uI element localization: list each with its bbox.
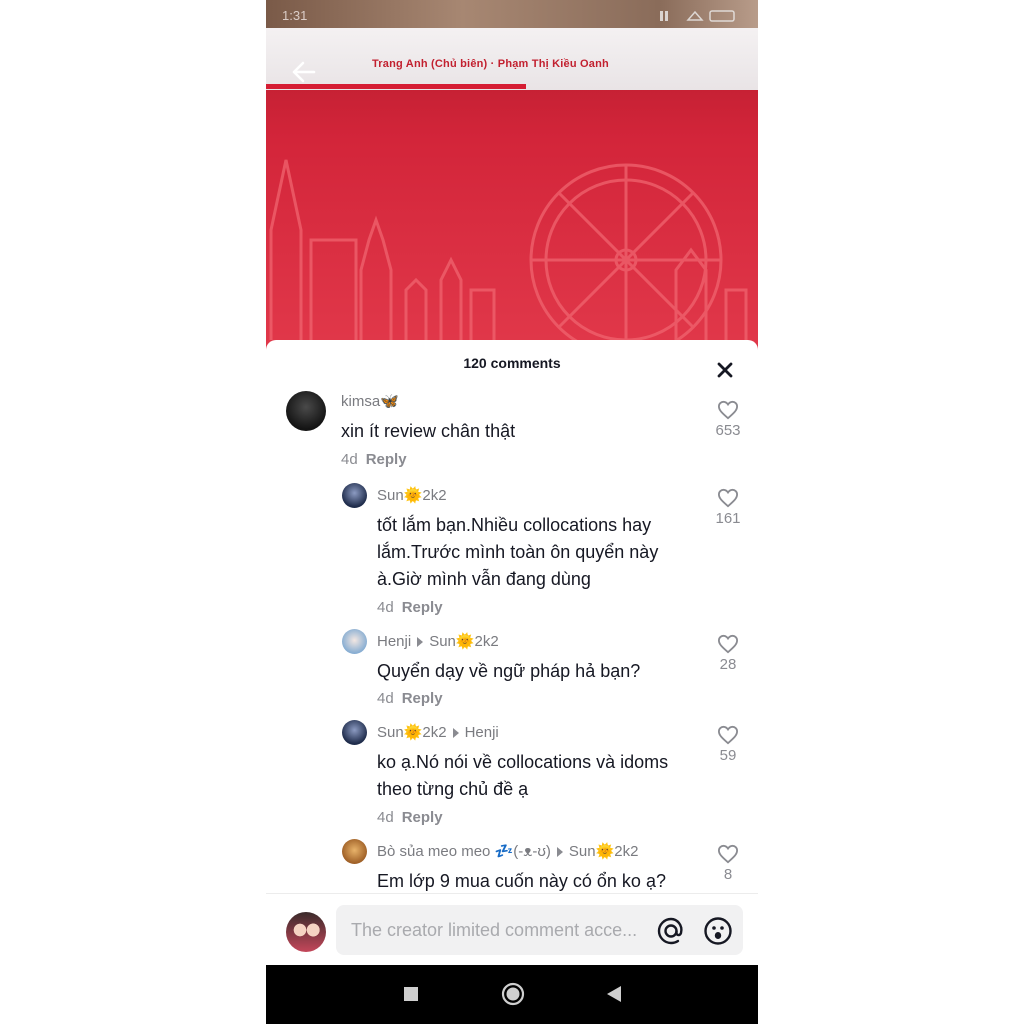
avatar[interactable] bbox=[342, 720, 367, 745]
avatar[interactable] bbox=[342, 839, 367, 864]
heart-icon bbox=[717, 488, 739, 508]
comment-meta: 4d Reply bbox=[377, 599, 443, 616]
reply-to-arrow-icon bbox=[417, 637, 424, 648]
comment-age: 4d bbox=[377, 599, 394, 616]
like-count: 8 bbox=[723, 866, 733, 883]
comment-input[interactable]: The creator limited comment acce... bbox=[336, 905, 743, 955]
like-count: 653 bbox=[715, 422, 741, 439]
close-button[interactable] bbox=[715, 360, 735, 380]
comment-age: 4d bbox=[377, 809, 394, 826]
like-button[interactable]: 59 bbox=[713, 725, 743, 764]
nav-square-icon[interactable] bbox=[403, 986, 419, 1002]
reply-button[interactable]: Reply bbox=[366, 451, 407, 468]
heart-icon bbox=[717, 634, 739, 654]
system-nav-bar bbox=[266, 965, 758, 1024]
comment-username[interactable]: Bò sủa meo meo 💤(-ᴥ-ʊ) Sun🌞2k2 bbox=[377, 842, 638, 860]
my-avatar[interactable] bbox=[286, 912, 326, 952]
reply-author[interactable]: Bò sủa meo meo 💤(-ᴥ-ʊ) bbox=[377, 843, 551, 860]
status-time: 1:31 bbox=[282, 8, 308, 23]
comment-text: ko ạ.Nó nói về collocations và idoms the… bbox=[377, 752, 669, 799]
at-icon[interactable] bbox=[656, 916, 686, 946]
heart-icon bbox=[717, 400, 739, 420]
comment-text: xin ít review chân thật bbox=[341, 421, 516, 441]
like-button[interactable]: 161 bbox=[713, 488, 743, 527]
like-count: 161 bbox=[715, 510, 741, 527]
comment-meta: 4d Reply bbox=[377, 690, 443, 707]
like-count: 28 bbox=[719, 656, 737, 673]
comment-age: 4d bbox=[341, 451, 358, 468]
video-background: 1:31 Trang Anh (Chủ biên) · Phạm Thị Kiề… bbox=[266, 0, 758, 350]
emoji-icon[interactable] bbox=[703, 916, 733, 946]
skyline-illustration bbox=[269, 159, 748, 350]
comment-username[interactable]: Henji Sun🌞2k2 bbox=[377, 632, 499, 650]
heart-icon bbox=[717, 844, 739, 864]
like-count: 59 bbox=[719, 747, 737, 764]
comment-input-bar: The creator limited comment acce... bbox=[266, 893, 758, 966]
comment-input-placeholder: The creator limited comment acce... bbox=[351, 920, 638, 940]
phone-screen: 1:31 Trang Anh (Chủ biên) · Phạm Thị Kiề… bbox=[266, 0, 758, 1024]
nav-back-icon[interactable] bbox=[605, 985, 623, 1003]
avatar[interactable] bbox=[342, 483, 367, 508]
comment-age: 4d bbox=[377, 690, 394, 707]
reply-target[interactable]: Sun🌞2k2 bbox=[429, 633, 499, 650]
comment-username[interactable]: Sun🌞2k2 Henji bbox=[377, 723, 499, 741]
close-icon bbox=[717, 362, 733, 378]
status-icons bbox=[660, 10, 735, 22]
like-button[interactable]: 8 bbox=[713, 844, 743, 883]
reply-target[interactable]: Sun🌞2k2 bbox=[569, 843, 639, 860]
comment-username[interactable]: Sun🌞2k2 bbox=[377, 486, 447, 504]
reply-target[interactable]: Henji bbox=[465, 724, 499, 741]
comment-username[interactable]: kimsa🦋 bbox=[341, 392, 399, 410]
nav-home-icon[interactable] bbox=[501, 982, 525, 1006]
avatar[interactable] bbox=[286, 391, 326, 431]
avatar[interactable] bbox=[342, 629, 367, 654]
like-button[interactable]: 653 bbox=[713, 400, 743, 439]
heart-icon bbox=[717, 725, 739, 745]
reply-author[interactable]: Sun🌞2k2 bbox=[377, 724, 447, 741]
comment-text: Em lớp 9 mua cuốn này có ổn ko ạ? bbox=[377, 871, 666, 891]
reply-author[interactable]: Henji bbox=[377, 633, 411, 650]
reply-button[interactable]: Reply bbox=[402, 809, 443, 826]
like-button[interactable]: 28 bbox=[713, 634, 743, 673]
comment-text: Quyển dạy về ngữ pháp hả bạn? bbox=[377, 661, 641, 681]
book-cover-text: Trang Anh (Chủ biên) · Phạm Thị Kiều Oan… bbox=[372, 58, 609, 70]
reply-button[interactable]: Reply bbox=[402, 690, 443, 707]
comments-count-title: 120 comments bbox=[463, 355, 561, 371]
status-bar: 1:31 bbox=[266, 0, 758, 28]
back-button[interactable] bbox=[288, 56, 320, 88]
reply-to-arrow-icon bbox=[556, 847, 563, 858]
comment-meta: 4d Reply bbox=[341, 451, 407, 468]
comment-meta: 4d Reply bbox=[377, 809, 443, 826]
reply-button[interactable]: Reply bbox=[402, 599, 443, 616]
comments-sheet: 120 comments kimsa🦋 xin ít review chân t… bbox=[266, 340, 758, 965]
comment-text: tốt lắm bạn.Nhiều collocations hay lắm.T… bbox=[377, 515, 659, 589]
back-arrow-icon bbox=[292, 61, 316, 83]
reply-to-arrow-icon bbox=[452, 728, 459, 739]
